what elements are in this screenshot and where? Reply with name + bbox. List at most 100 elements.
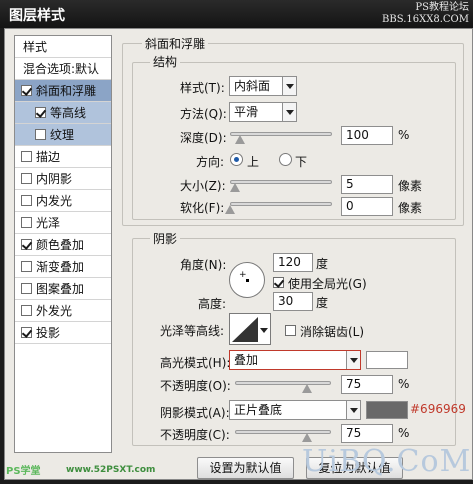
checkbox-icon[interactable] (21, 261, 32, 272)
direction-up-radio[interactable] (230, 153, 243, 166)
shadow-opacity-slider[interactable] (235, 430, 331, 434)
soften-slider-thumb[interactable] (225, 205, 235, 214)
gloss-contour-picker[interactable] (229, 313, 271, 345)
chevron-down-icon (282, 103, 296, 121)
depth-unit: % (398, 128, 410, 142)
style-list-item-label: 颜色叠加 (36, 238, 85, 252)
shadow-color-swatch[interactable] (366, 401, 408, 419)
checkbox-icon[interactable] (35, 107, 46, 118)
depth-input[interactable]: 100 (341, 126, 393, 145)
contour-curve-icon (232, 317, 268, 342)
style-list-item-label: 内发光 (36, 194, 73, 208)
style-list-item-label: 投影 (36, 326, 61, 340)
style-list-item[interactable]: 外发光 (15, 300, 111, 322)
checkbox-icon (285, 325, 296, 336)
direction-down-radio[interactable] (279, 153, 292, 166)
angle-label: 角度(N): (180, 258, 227, 272)
global-light-label: 使用全局光(G) (288, 277, 367, 291)
styles-header[interactable]: 样式 (15, 36, 111, 58)
soften-label: 软化(F): (180, 201, 225, 215)
checkbox-icon[interactable] (21, 283, 32, 294)
checkbox-icon[interactable] (21, 217, 32, 228)
global-light-checkbox[interactable] (273, 276, 288, 290)
checkbox-icon[interactable] (21, 239, 32, 250)
style-list-item[interactable]: 内发光 (15, 190, 111, 212)
watermark-bottom-left: PS学堂 (6, 466, 41, 477)
soften-input[interactable]: 0 (341, 197, 393, 216)
watermark-top: PS教程论坛 BBS.16XX8.COM (382, 2, 469, 26)
highlight-opacity-label: 不透明度(O): (160, 379, 231, 393)
highlight-mode-label: 高光模式(H): (160, 356, 231, 370)
size-slider[interactable] (230, 180, 332, 184)
style-list-item-label: 斜面和浮雕 (36, 84, 97, 98)
shadow-opacity-thumb[interactable] (302, 433, 312, 442)
style-list-item-label: 外发光 (36, 304, 73, 318)
style-list-item[interactable]: 颜色叠加 (15, 234, 111, 256)
style-list-item[interactable]: 等高线 (15, 102, 111, 124)
shadow-opacity-unit: % (398, 426, 410, 440)
direction-up-label: 上 (247, 155, 260, 169)
watermark-line2: BBS.16XX8.COM (382, 14, 469, 25)
angle-input[interactable]: 120 (273, 253, 313, 272)
style-list-item-label: 渐变叠加 (36, 260, 85, 274)
altitude-unit: 度 (316, 296, 329, 310)
shadow-opacity-label: 不透明度(C): (160, 428, 230, 442)
style-list-item[interactable]: 斜面和浮雕 (15, 80, 111, 102)
style-list-item-label: 纹理 (50, 128, 75, 142)
blend-options-item[interactable]: 混合选项:默认 (15, 58, 111, 80)
shadow-mode-select[interactable]: 正片叠底 (229, 400, 361, 420)
antialias-checkbox[interactable] (285, 324, 300, 338)
antialias-label: 消除锯齿(L) (300, 325, 365, 339)
angle-unit: 度 (316, 257, 329, 271)
checkbox-icon[interactable] (21, 151, 32, 162)
title-bar: 图层样式 PS教程论坛 BBS.16XX8.COM (0, 0, 473, 28)
style-list: 样式 混合选项:默认 斜面和浮雕等高线纹理描边 内阴影内发光光泽颜色叠加渐变叠加图… (14, 35, 112, 453)
highlight-opacity-input[interactable]: 75 (341, 375, 393, 394)
checkbox-icon[interactable] (21, 305, 32, 316)
style-list-item[interactable]: 描边 (15, 146, 111, 168)
highlight-opacity-thumb[interactable] (302, 384, 312, 393)
highlight-color-swatch[interactable] (366, 351, 408, 369)
technique-select-value: 平滑 (234, 105, 259, 119)
soften-slider[interactable] (230, 202, 332, 206)
shadow-mode-value: 正片叠底 (234, 403, 283, 417)
style-label: 样式(T): (180, 81, 225, 95)
highlight-mode-value: 叠加 (234, 353, 259, 367)
chevron-down-icon (346, 401, 360, 419)
bevel-group-title: 斜面和浮雕 (142, 35, 209, 52)
angle-dial[interactable]: + (229, 262, 265, 298)
style-list-item[interactable]: 内阴影 (15, 168, 111, 190)
set-default-button[interactable]: 设置为默认值 (197, 457, 294, 479)
depth-slider-thumb[interactable] (235, 135, 245, 144)
checkbox-icon[interactable] (21, 195, 32, 206)
style-select[interactable]: 内斜面 (229, 76, 297, 96)
style-list-item[interactable]: 渐变叠加 (15, 256, 111, 278)
direction-down-label: 下 (295, 155, 308, 169)
checkbox-icon[interactable] (21, 173, 32, 184)
shadow-opacity-input[interactable]: 75 (341, 424, 393, 443)
altitude-label: 高度: (198, 297, 227, 311)
style-list-item-label: 图案叠加 (36, 282, 85, 296)
style-list-item[interactable]: 图案叠加 (15, 278, 111, 300)
technique-label: 方法(Q): (180, 107, 227, 121)
checkbox-icon[interactable] (21, 327, 32, 338)
style-list-item[interactable]: 光泽 (15, 212, 111, 234)
highlight-mode-select[interactable]: 叠加 (229, 350, 361, 370)
checkbox-icon[interactable] (35, 129, 46, 140)
shadow-color-note: #696969 (410, 402, 466, 416)
chevron-down-icon (282, 77, 296, 95)
chevron-down-icon (346, 351, 360, 369)
style-list-item[interactable]: 投影 (15, 322, 111, 344)
checkbox-icon[interactable] (21, 85, 32, 96)
style-list-item[interactable]: 纹理 (15, 124, 111, 146)
highlight-opacity-slider[interactable] (235, 381, 331, 385)
direction-label: 方向: (196, 155, 225, 169)
soften-unit: 像素 (398, 201, 423, 215)
window-title: 图层样式 (9, 8, 65, 24)
brand-watermark: UiBQ.CoM (302, 444, 472, 479)
size-slider-thumb[interactable] (230, 183, 240, 192)
depth-slider[interactable] (230, 132, 332, 136)
altitude-input[interactable]: 30 (273, 292, 313, 311)
technique-select[interactable]: 平滑 (229, 102, 297, 122)
size-input[interactable]: 5 (341, 175, 393, 194)
